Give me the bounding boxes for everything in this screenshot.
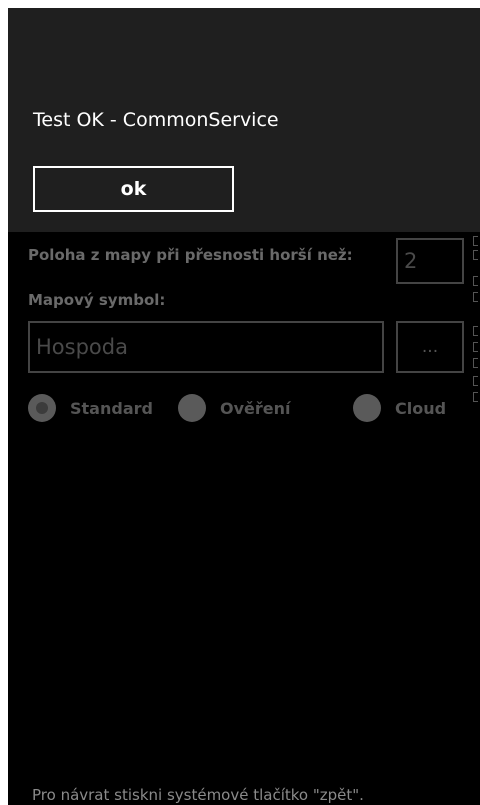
phone-screen: Poloha z mapy při přesnosti horší než: 2… [8,8,480,805]
scroll-edge-indicator [473,236,480,416]
ok-button[interactable]: ok [33,166,234,212]
radio-overeni-label: Ověření [220,398,291,418]
radio-standard-label: Standard [70,398,153,418]
map-symbol-label: Mapový symbol: [28,291,166,309]
accuracy-input[interactable]: 2 [396,238,464,284]
radio-unchecked-icon [178,394,206,422]
radio-overeni[interactable]: Ověření [178,392,291,424]
radio-standard[interactable]: Standard [28,392,153,424]
radio-cloud[interactable]: Cloud [353,392,446,424]
radio-cloud-label: Cloud [395,398,447,418]
map-symbol-input[interactable]: Hospoda [28,321,384,373]
message-box: Test OK - CommonService ok [8,8,480,232]
accuracy-label: Poloha z mapy při přesnosti horší než: [28,246,353,264]
browse-symbol-button[interactable]: ... [396,321,464,373]
radio-checked-icon [28,394,56,422]
message-text: Test OK - CommonService [33,109,279,131]
radio-unchecked-icon [353,394,381,422]
back-hint-text: Pro návrat stiskni systémové tlačítko "z… [32,786,364,804]
